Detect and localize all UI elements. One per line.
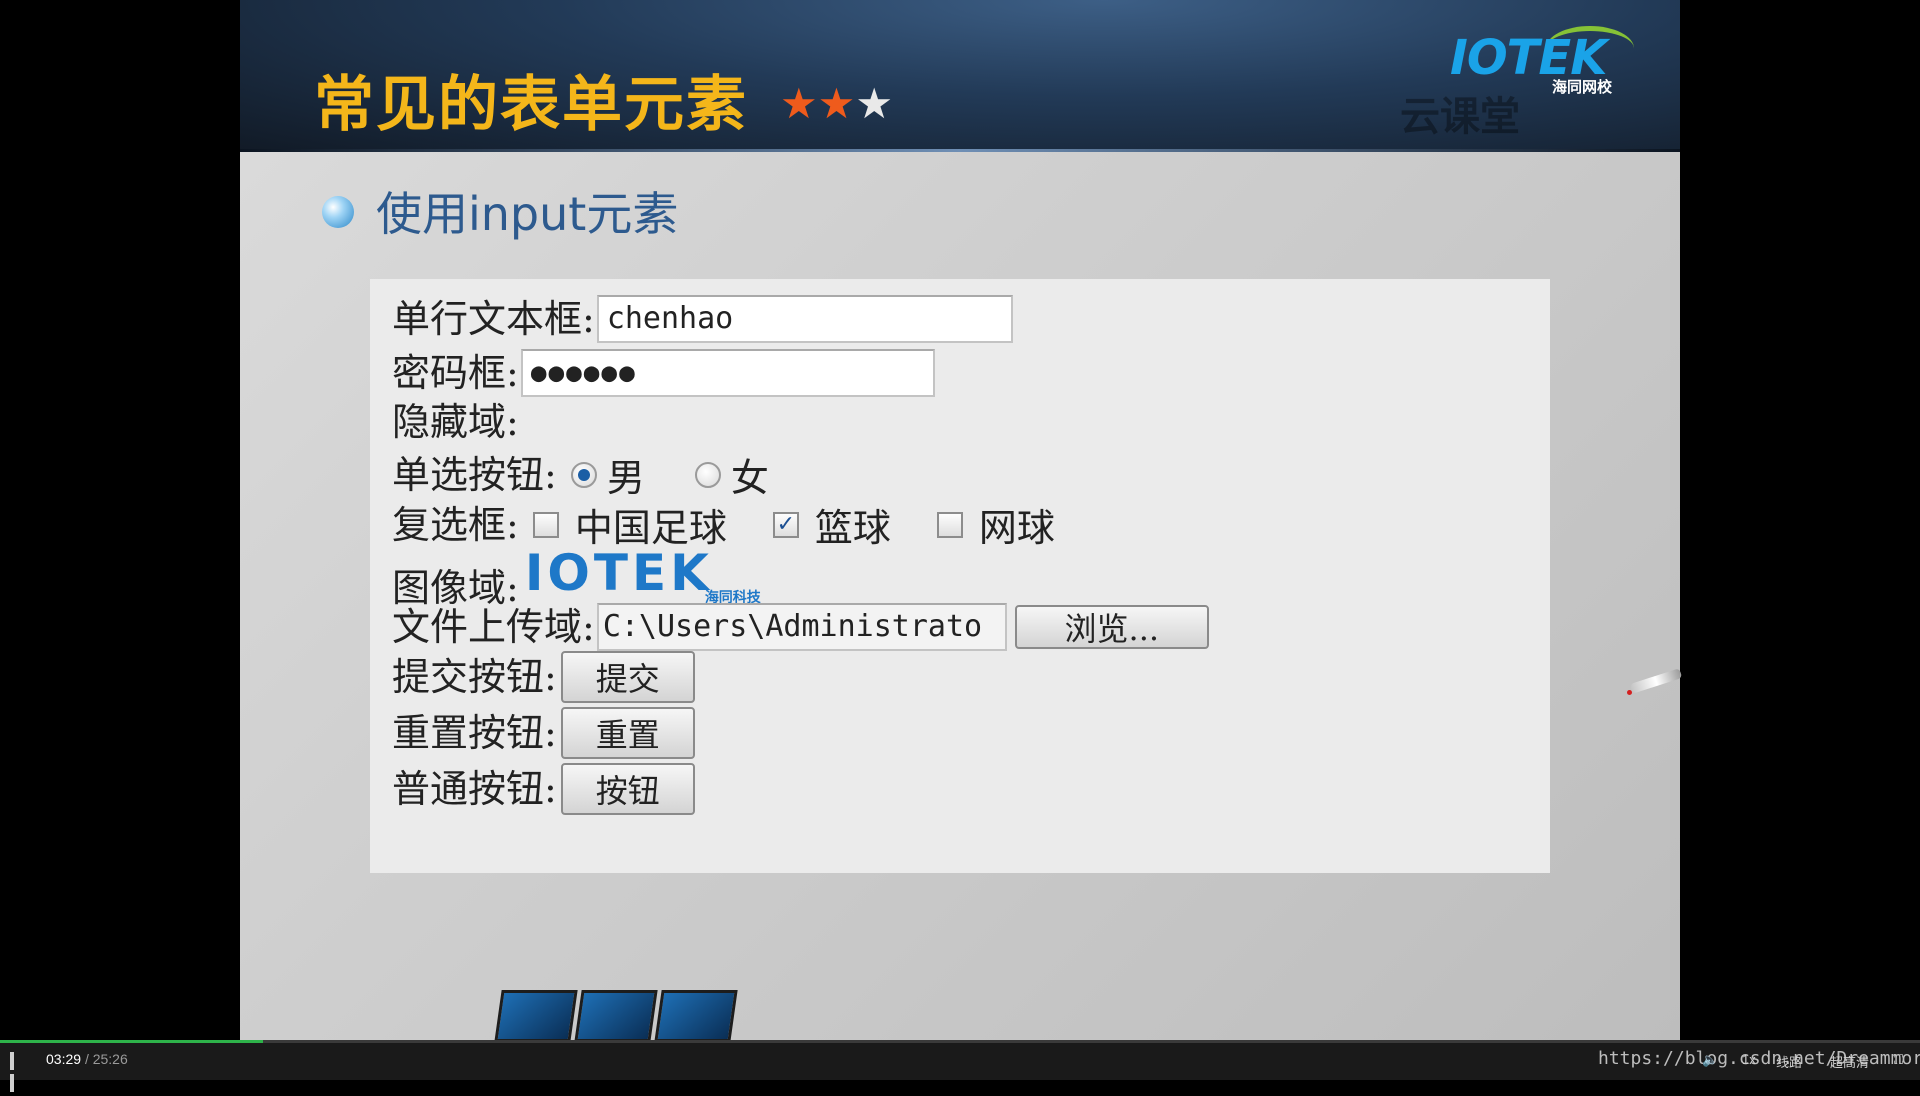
password-label: 密码框: <box>392 351 519 395</box>
slide-header: 常见的表单元素 ★★★ 云课堂 IOTEK 海同网校 <box>240 0 1680 152</box>
thumbnail-image <box>574 990 658 1040</box>
checkbox-option-label: 网球 <box>978 506 1055 550</box>
image-submit-button[interactable]: IOTEK 海同科技 <box>524 544 815 606</box>
normal-button-row-label: 普通按钮: <box>392 767 557 811</box>
slide: 常见的表单元素 ★★★ 云课堂 IOTEK 海同网校 使用input元素 单行文… <box>240 0 1680 1040</box>
star-filled-icon: ★ <box>780 79 818 128</box>
decorative-thumbnails <box>494 990 738 1040</box>
url-watermark: https://blog.csdn.net/Dreammor <box>1598 1048 1920 1069</box>
speed-control[interactable]: 1x <box>1742 1052 1756 1067</box>
reset-button[interactable]: 重置 <box>560 707 695 759</box>
submit-row-label: 提交按钮: <box>392 655 557 699</box>
checkbox-tennis[interactable] <box>936 511 963 538</box>
current-time: 03:29 <box>46 1051 82 1067</box>
image-field-row: 图像域: IOTEK 海同科技 <box>392 543 815 611</box>
total-time: 25:26 <box>92 1051 128 1067</box>
star-empty-icon: ★ <box>855 79 893 128</box>
radio-row: 单选按钮: 男 女 <box>392 447 795 502</box>
slide-title: 常见的表单元素 <box>314 70 748 140</box>
file-path-input[interactable]: C:\Users\Administrato <box>596 603 1007 651</box>
pause-button[interactable] <box>10 1052 24 1092</box>
video-controls: 03:29 / 25:26 https://blog.csdn.net/Drea… <box>0 1040 1920 1092</box>
thumbnail-image <box>654 990 738 1040</box>
checkbox-football[interactable] <box>532 511 559 538</box>
progress-fill <box>0 1040 264 1043</box>
text-field-label: 单行文本框: <box>392 297 595 341</box>
section-heading: 使用input元素 <box>376 187 679 241</box>
submit-button[interactable]: 提交 <box>560 651 695 703</box>
submit-row: 提交按钮: 提交 <box>392 651 695 703</box>
checkbox-label: 复选框: <box>392 502 519 547</box>
checkmark-icon: ✓ <box>776 511 796 537</box>
radio-male[interactable] <box>570 461 597 488</box>
password-input[interactable]: ●●●●●● <box>520 349 935 397</box>
radio-selected-dot <box>577 468 590 481</box>
thumbnail-image <box>494 990 578 1040</box>
progress-bar[interactable] <box>0 1040 1920 1043</box>
normal-button[interactable]: 按钮 <box>560 763 695 815</box>
checkbox-basketball[interactable]: ✓ <box>772 511 799 538</box>
volume-icon[interactable]: 🔈 <box>1702 1052 1718 1068</box>
hidden-field-label: 隐藏域: <box>392 400 519 444</box>
hidden-field-row: 隐藏域: <box>392 399 519 445</box>
line-control[interactable]: 线路 <box>1776 1052 1802 1071</box>
password-row: 密码框: ●●●●●● <box>392 349 935 397</box>
radio-label: 单选按钮: <box>392 452 557 497</box>
bullet-icon <box>322 196 354 228</box>
text-input[interactable]: chenhao <box>596 295 1013 343</box>
image-field-logo-text: IOTEK <box>524 544 713 602</box>
radio-option-label: 男 <box>606 456 645 500</box>
text-field-row: 单行文本框: chenhao <box>392 295 1013 343</box>
checkbox-option-label: 篮球 <box>814 506 891 550</box>
normal-button-row: 普通按钮: 按钮 <box>392 763 695 815</box>
file-upload-label: 文件上传域: <box>392 605 595 649</box>
iotek-logo: IOTEK 海同网校 <box>1450 26 1650 106</box>
file-upload-row: 文件上传域: C:\Users\Administrato 浏览... <box>392 603 1209 651</box>
browse-button[interactable]: 浏览... <box>1014 605 1209 649</box>
fullscreen-icon[interactable]: ⛶ <box>1894 1052 1903 1068</box>
star-filled-icon: ★ <box>817 79 856 128</box>
logo-subtitle: 海同网校 <box>1552 78 1613 96</box>
difficulty-stars: ★★★ <box>780 76 893 132</box>
form-demo-panel: 单行文本框: chenhao 密码框: ●●●●●● 隐藏域: 单选按钮: 男 … <box>370 279 1550 873</box>
quality-control[interactable]: 超高清 <box>1830 1052 1869 1071</box>
laser-pointer-tip <box>1627 690 1632 695</box>
time-display: 03:29 / 25:26 <box>46 1051 128 1067</box>
radio-female[interactable] <box>694 461 721 488</box>
time-separator: / <box>84 1051 89 1067</box>
reset-row-label: 重置按钮: <box>392 711 557 755</box>
radio-option-label: 女 <box>730 456 769 500</box>
reset-row: 重置按钮: 重置 <box>392 707 695 759</box>
